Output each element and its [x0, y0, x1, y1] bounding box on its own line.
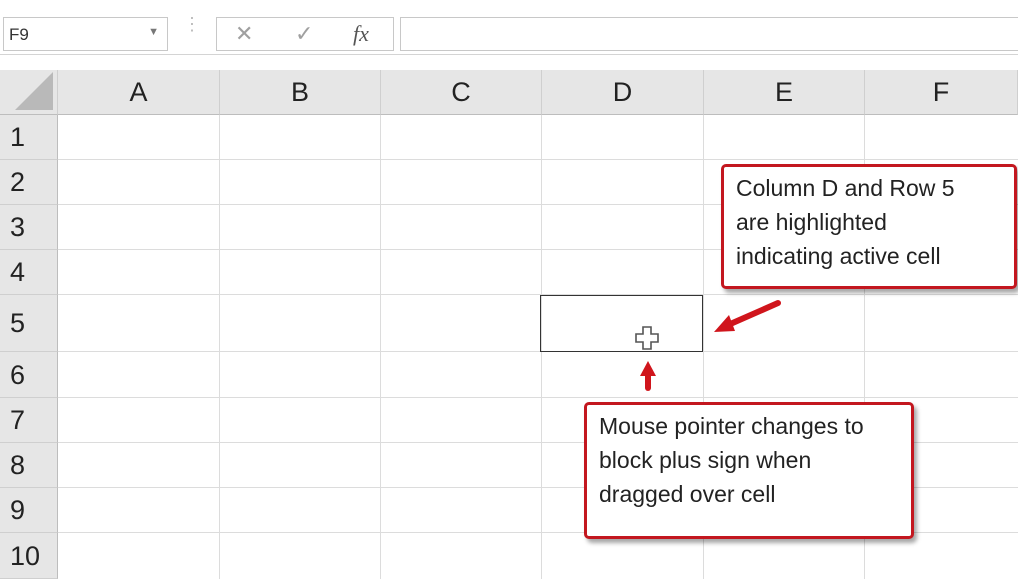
gridline-horizontal [58, 294, 1018, 295]
formula-bar: F9 ▼ ⋮ ✕ ✓ fx [0, 0, 1018, 55]
plus-cursor-icon [635, 326, 659, 350]
row-header-4[interactable]: 4 [0, 250, 58, 295]
callout-text-line: block plus sign when [599, 447, 812, 473]
column-header-b[interactable]: B [220, 70, 381, 115]
row-header-6[interactable]: 6 [0, 352, 58, 398]
column-header-d[interactable]: D [542, 70, 704, 115]
active-cell-d5[interactable] [540, 295, 703, 352]
gridline-horizontal [58, 159, 1018, 160]
name-box-value: F9 [9, 25, 29, 44]
row-header-9[interactable]: 9 [0, 488, 58, 533]
callout-text-line: indicating active cell [736, 243, 941, 269]
gridline-horizontal [58, 351, 1018, 352]
column-headers: ABCDEF [58, 70, 1018, 115]
check-icon[interactable]: ✓ [295, 21, 313, 47]
callout-text-line: are highlighted [736, 209, 887, 235]
column-header-e[interactable]: E [704, 70, 865, 115]
row-header-10[interactable]: 10 [0, 533, 58, 579]
select-all-button[interactable] [0, 70, 58, 115]
gridline-horizontal [58, 397, 1018, 398]
select-all-icon [15, 72, 53, 110]
row-header-8[interactable]: 8 [0, 443, 58, 488]
chevron-down-icon[interactable]: ▼ [148, 26, 159, 38]
callout-active-cell: Column D and Row 5 are highlighted indic… [721, 164, 1017, 289]
cancel-icon[interactable]: ✕ [235, 21, 253, 47]
callout-text-line: Column D and Row 5 [736, 175, 955, 201]
callout-mouse-pointer: Mouse pointer changes to block plus sign… [584, 402, 914, 539]
drag-handle-icon[interactable]: ⋮ [183, 15, 201, 33]
column-header-f[interactable]: F [865, 70, 1018, 115]
formula-input[interactable] [400, 17, 1018, 51]
callout-text-line: dragged over cell [599, 481, 776, 507]
name-box[interactable]: F9 ▼ [3, 17, 168, 51]
row-header-3[interactable]: 3 [0, 205, 58, 250]
insert-function-icon[interactable]: fx [353, 21, 369, 47]
gridline-vertical [380, 115, 381, 579]
column-header-a[interactable]: A [58, 70, 220, 115]
gridline-vertical [219, 115, 220, 579]
column-header-c[interactable]: C [381, 70, 542, 115]
row-header-7[interactable]: 7 [0, 398, 58, 443]
row-header-1[interactable]: 1 [0, 115, 58, 160]
row-header-2[interactable]: 2 [0, 160, 58, 205]
callout-text-line: Mouse pointer changes to [599, 413, 864, 439]
row-header-5[interactable]: 5 [0, 295, 58, 352]
formula-buttons: ✕ ✓ fx [216, 17, 394, 51]
